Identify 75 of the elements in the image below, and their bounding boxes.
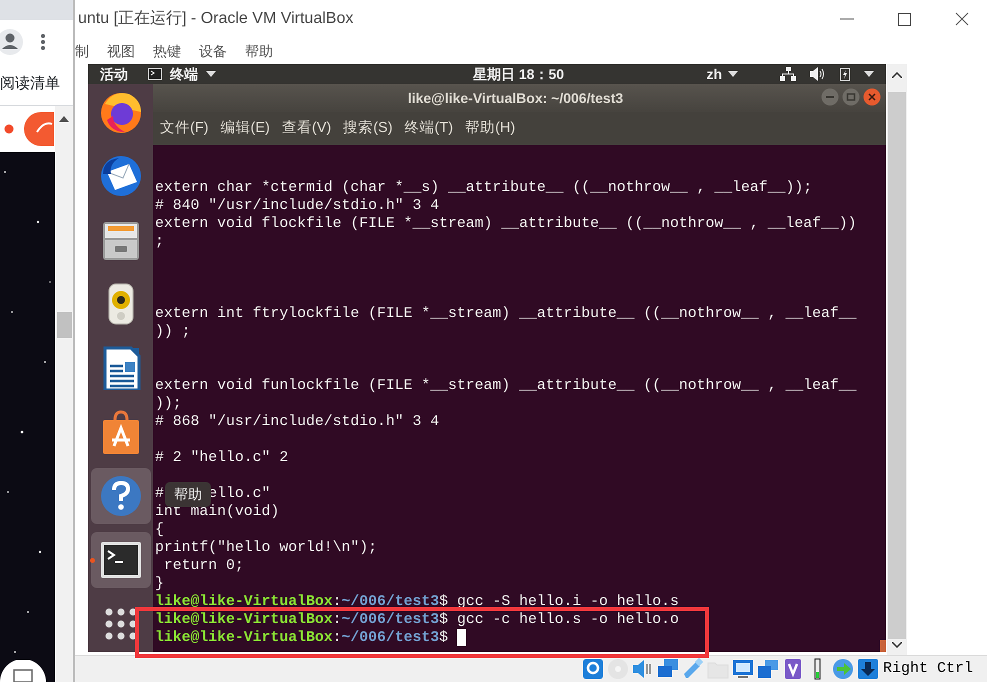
prompt-path: ~/006/test3 — [341, 593, 440, 611]
browser-icon — [98, 90, 142, 134]
code-line: # 868 "/usr/include/stdio.h" 3 4 — [155, 413, 440, 431]
prompt-text: : — [332, 611, 342, 629]
menu-item[interactable]: 设备 — [199, 40, 227, 62]
code-line: )) ; — [155, 323, 192, 341]
menu-item[interactable]: 查看(V) — [282, 118, 332, 140]
command-text: gcc -S hello.i -o hello.s — [456, 593, 679, 611]
monitor-icon[interactable] — [732, 658, 754, 680]
network-icon[interactable] — [780, 67, 796, 81]
host-key-label: Right Ctrl — [882, 658, 973, 679]
prompt-path: ~/006/test3 — [341, 629, 440, 647]
dock-item[interactable] — [90, 532, 150, 588]
code-line: printf("hello world!\n"); — [155, 539, 378, 557]
code-line: # 2 "hello.c" 2 — [155, 449, 290, 467]
app-icon[interactable] — [24, 112, 54, 146]
reading-list-link[interactable]: 阅读清单 — [0, 73, 60, 96]
prompt-text: $ — [439, 593, 448, 611]
window-title: untu [正在运行] - Oracle VM VirtualBox — [77, 9, 354, 29]
notification-dot-icon — [4, 124, 14, 134]
terminal-title: like@like-VirtualBox: ~/006/test3 — [408, 88, 624, 108]
prompt-user: like@like-VirtualBox — [155, 593, 333, 611]
prompt-text: $ — [439, 629, 448, 647]
maximize-icon[interactable] — [898, 12, 911, 26]
menu-item[interactable]: 搜索(S) — [343, 118, 393, 140]
code-line: ; — [155, 233, 165, 251]
menu-item[interactable]: 文件(F) — [160, 118, 209, 140]
prompt-text: : — [332, 593, 342, 611]
menu-item[interactable]: 终端(T) — [404, 118, 454, 140]
volume-icon[interactable] — [810, 67, 826, 81]
input-method-button[interactable]: zh — [706, 64, 722, 84]
code-line: )); — [155, 395, 183, 413]
code-text: # — [155, 485, 164, 503]
menu-item[interactable]: 热键 — [153, 40, 181, 62]
command-text: gcc -c hello.s -o hello.o — [456, 611, 679, 629]
scroll-up-icon[interactable] — [892, 72, 902, 78]
prompt-user: like@like-VirtualBox — [155, 611, 333, 629]
code-line: extern char *ctermid (char *__s) __attribute__ ((__nothrow__ , __leaf__)); — [155, 179, 814, 197]
mail-icon — [98, 154, 142, 198]
help-icon — [98, 474, 142, 518]
menu-item[interactable]: 帮助 — [245, 40, 273, 62]
app-menu-button[interactable]: 终端 — [170, 64, 198, 84]
clock[interactable]: 星期日 18：50 — [473, 64, 564, 84]
prompt-text: $ — [439, 611, 448, 629]
prompt-user: like@like-VirtualBox — [155, 629, 333, 647]
activities-button[interactable]: 活动 — [100, 64, 128, 84]
code-line: extern void funlockfile (FILE *__stream) __attribute__ ((__nothrow__ , __leaf__ — [155, 377, 858, 395]
more-options-icon[interactable] — [40, 33, 46, 51]
code-line: extern void flockfile (FILE *__stream) __attribute__ ((__nothrow__ , __leaf__)) — [155, 215, 858, 233]
floating-button[interactable] — [0, 660, 46, 682]
scroll-down-icon[interactable] — [892, 642, 902, 648]
prompt-path: ~/006/test3 — [341, 611, 440, 629]
dock-item[interactable] — [90, 468, 150, 524]
battery-icon[interactable] — [840, 67, 850, 81]
code-line: # 840 "/usr/include/stdio.h" 3 4 — [155, 197, 440, 215]
tooltip: 帮助 — [165, 482, 211, 507]
code-line: } — [155, 575, 165, 593]
code-line: return 0; — [162, 557, 245, 575]
close-button[interactable] — [863, 88, 881, 106]
avatar-icon[interactable] — [0, 28, 24, 56]
close-icon[interactable] — [955, 12, 969, 26]
scroll-up-icon[interactable] — [59, 116, 69, 122]
screens-icon[interactable] — [756, 658, 779, 680]
menu-item[interactable]: 帮助(H) — [465, 118, 516, 140]
prompt-text: : — [332, 629, 342, 647]
code-line: { — [155, 521, 165, 539]
caret-icon — [728, 71, 738, 77]
menu-item[interactable]: 视图 — [107, 40, 135, 62]
menu-item[interactable]: 制 — [75, 40, 89, 62]
code-line: extern int ftrylockfile (FILE *__stream) __attribute__ ((__nothrow__ , __leaf__ — [155, 305, 858, 323]
caret-icon — [206, 71, 216, 77]
menu-item[interactable]: 编辑(E) — [220, 118, 270, 140]
speaker-icon[interactable] — [632, 658, 654, 680]
caret-icon[interactable] — [864, 71, 874, 77]
terminal-icon — [148, 68, 162, 80]
